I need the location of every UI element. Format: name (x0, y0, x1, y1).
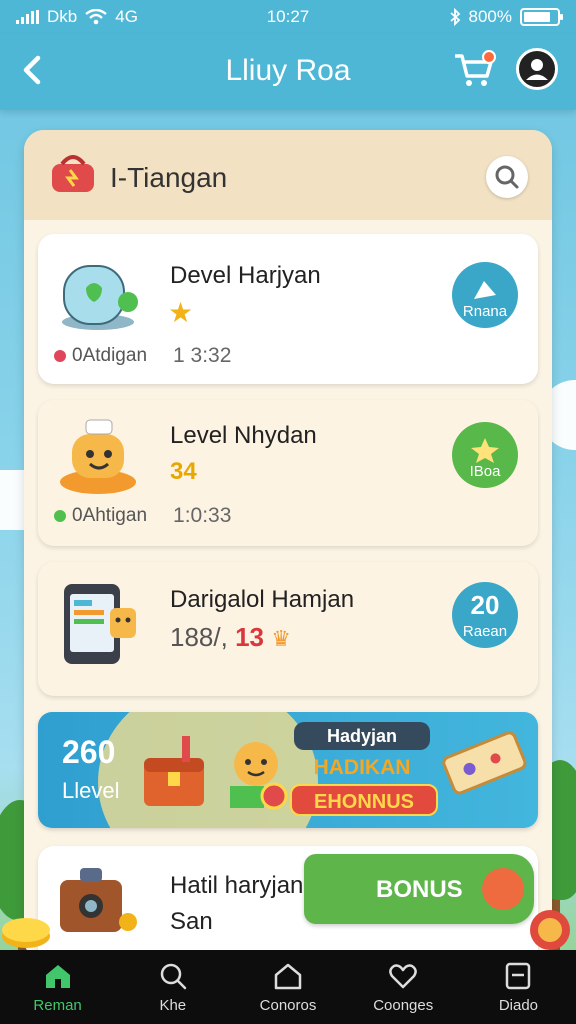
status-bar: Dkb 4G 10:27 800% (0, 0, 576, 34)
card-meta: 0Atdigan 1 3:32 (54, 344, 231, 368)
search-icon (160, 963, 187, 989)
gift-bag-icon (52, 155, 94, 192)
meta-label: 0Atdigan (72, 345, 148, 366)
profile-button[interactable] (516, 48, 558, 90)
card-title: Hatil haryjan (170, 872, 304, 899)
badge-label: IBoa (469, 463, 501, 480)
card-progress: 188/, 13 ♛ (170, 622, 291, 653)
card-title: Devel Harjyan (170, 262, 321, 289)
nav-item-reman[interactable]: Reman (0, 950, 115, 1024)
camera-box-icon (60, 868, 137, 932)
badge-label: Rnana (462, 303, 508, 320)
badge-label: Raean (462, 623, 508, 640)
card-title: Darigalol Hamjan (170, 586, 355, 613)
chevron-left-icon (23, 55, 41, 85)
search-button[interactable] (486, 156, 528, 198)
house-outline-icon (274, 963, 302, 989)
status-dot (54, 510, 66, 522)
flag-icon (474, 281, 496, 299)
jar-icon (62, 265, 138, 330)
battery-level (524, 12, 550, 22)
carrier-name: Dkb (47, 7, 78, 26)
character-icon (230, 742, 288, 810)
card-title: Level Nhydan (170, 422, 317, 449)
coin-icon (482, 868, 524, 910)
nav-label: Coonges (373, 996, 434, 1014)
home-icon (45, 964, 70, 988)
search-icon (495, 165, 519, 189)
card-rating: 34 (170, 458, 197, 485)
back-button[interactable] (14, 50, 54, 90)
nav-label: Conoros (259, 996, 317, 1014)
star-icon: ★ (168, 297, 194, 328)
treasure-chest-icon (144, 736, 204, 806)
ticket-icon (442, 731, 527, 795)
status-dot (54, 350, 66, 362)
star-icon (471, 438, 499, 463)
bonus-label: BONUS (376, 876, 463, 903)
main-panel: I-Tiangan Devel Harjyan ★ 0Atdigan 1 3:3… (24, 130, 552, 960)
network-type: 4G (115, 7, 138, 26)
food-bowl-icon (60, 419, 136, 494)
list-item[interactable]: Darigalol Hamjan 188/, 13 ♛ 20 Raean (38, 562, 538, 696)
nav-label: Reman (33, 996, 82, 1014)
app-bar: Lliuy Roa (0, 34, 576, 110)
card-time: 1 3:32 (173, 344, 232, 367)
coins-icon (2, 918, 50, 948)
panel-title: I-Tiangan (110, 162, 228, 193)
promo-banner[interactable]: 260 Llevel Hadyjan HADIKAN EHONNUS (38, 712, 538, 828)
panel-header: I-Tiangan (24, 130, 552, 220)
banner-tag-bottom: EHONNUS (290, 784, 438, 816)
bonus-button[interactable]: BONUS (304, 854, 534, 924)
bottom-nav: Reman Khe Conoros Coonges Diado (0, 950, 576, 1024)
card-subtitle: San (170, 908, 213, 935)
bluetooth-icon (449, 8, 460, 26)
card-meta: 0Ahtigan 1:0:33 (54, 504, 231, 528)
banner-value: 260 (62, 734, 116, 770)
nav-item-khe[interactable]: Khe (115, 950, 230, 1024)
coin-icon (530, 910, 570, 950)
banner-tag-top-label: Hadyjan (326, 726, 398, 746)
signal-icon (16, 10, 39, 24)
list-item[interactable]: Level Nhydan 34 0Ahtigan 1:0:33 IBoa (38, 400, 538, 546)
nav-item-diado[interactable]: Diado (461, 950, 576, 1024)
battery-percent: 800% (468, 7, 512, 26)
card-badge[interactable]: IBoa (452, 422, 518, 488)
banner-label: Llevel (62, 778, 120, 803)
banner-tag-top: Hadyjan (294, 722, 430, 750)
card-badge[interactable]: Rnana (452, 262, 518, 328)
badge-value: 20 (470, 590, 500, 620)
progress-red: 13 (235, 622, 264, 652)
nav-item-coonges[interactable]: Coonges (346, 950, 461, 1024)
card-time: 1:0:33 (173, 504, 232, 527)
heart-icon (389, 963, 418, 988)
nav-item-conoros[interactable]: Conoros (230, 950, 345, 1024)
profile-icon (526, 59, 548, 80)
cart-button[interactable] (452, 50, 496, 90)
list-item[interactable]: Devel Harjyan ★ 0Atdigan 1 3:32 Rnana (38, 234, 538, 384)
progress-gray: 188/, (170, 622, 228, 652)
card-badge[interactable]: 20 Raean (452, 582, 518, 648)
banner-tag-middle: HADIKAN (313, 756, 411, 779)
phone-icon (64, 584, 136, 664)
nav-label: Khe (159, 996, 187, 1014)
meta-label: 0Ahtigan (72, 505, 148, 526)
battery-icon (520, 8, 563, 26)
cart-badge (482, 50, 496, 64)
wifi-icon (85, 9, 107, 25)
crown-icon: ♛ (271, 626, 291, 651)
nav-label: Diado (498, 996, 539, 1014)
square-icon (506, 962, 531, 989)
